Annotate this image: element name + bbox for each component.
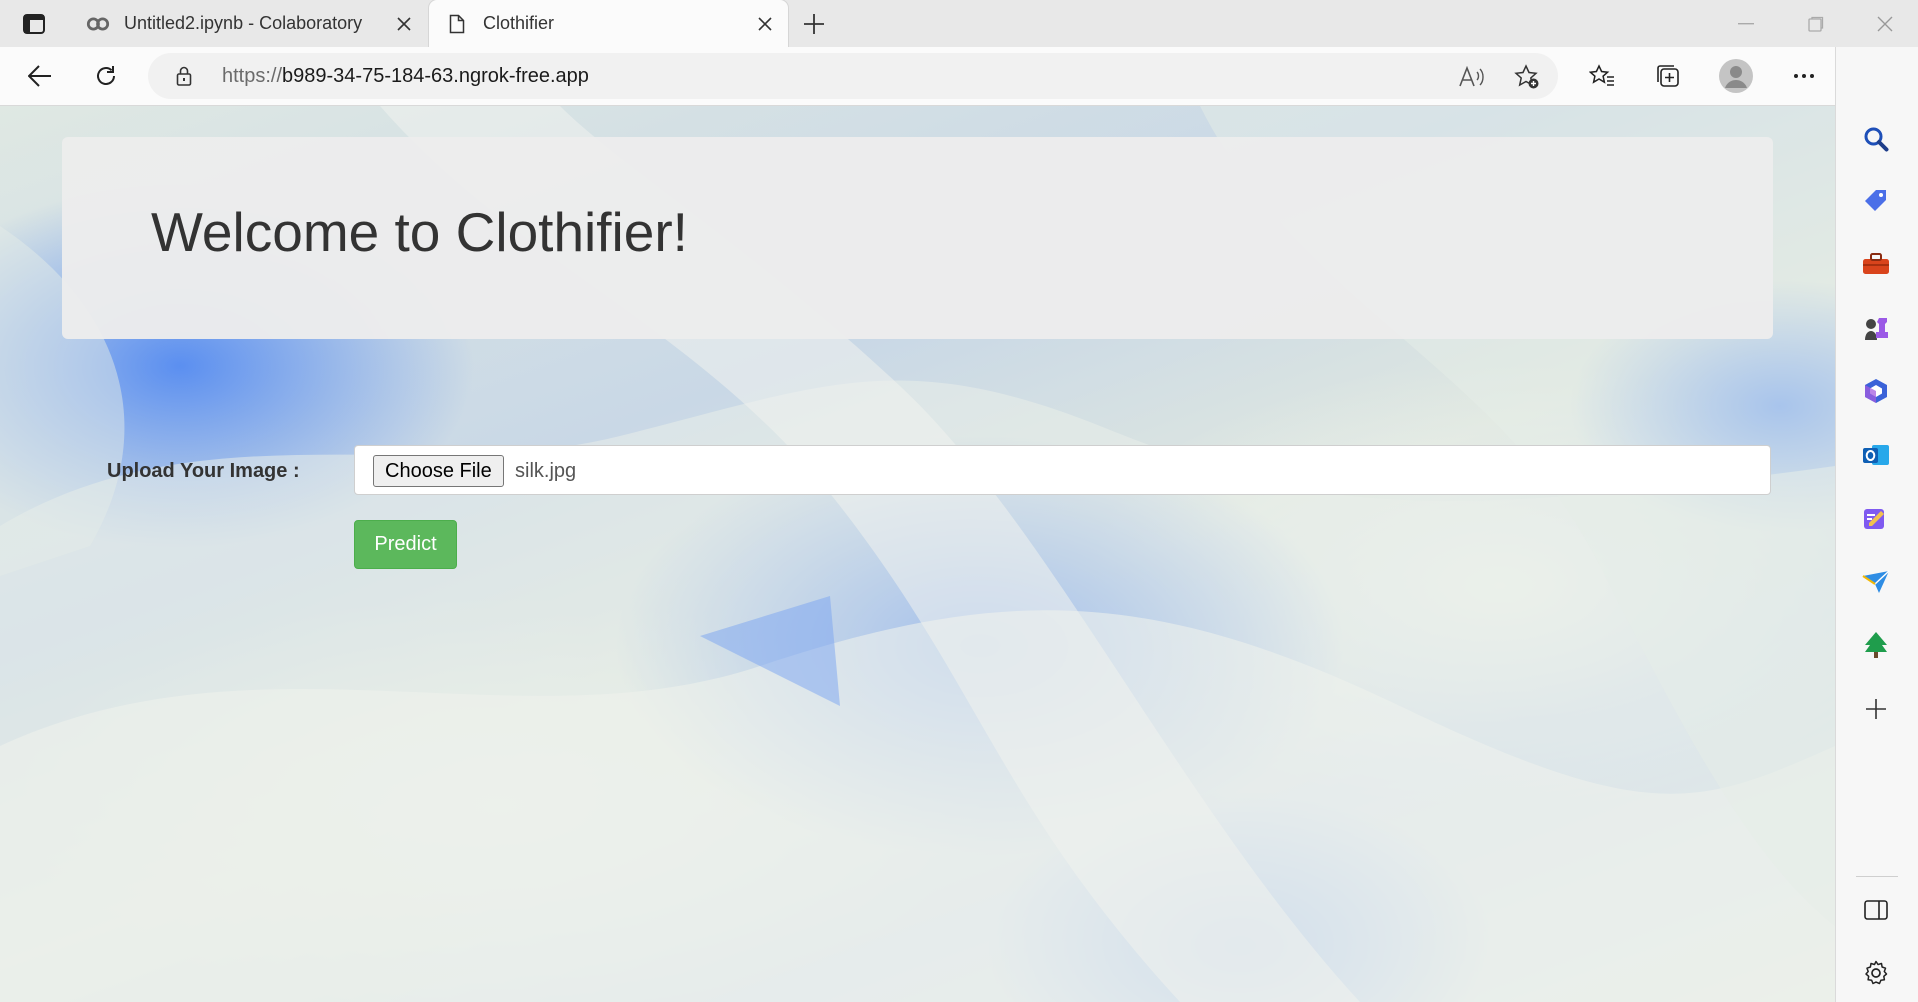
search-icon[interactable] [1856,119,1896,159]
predict-button[interactable]: Predict [354,520,457,569]
url-host: b989-34-75-184-63.ngrok-free.app [282,65,589,87]
close-window-icon[interactable] [1863,6,1907,42]
designer-icon[interactable] [1856,499,1896,539]
lock-icon[interactable] [172,64,196,88]
choose-file-button[interactable]: Choose File [373,455,504,487]
avatar[interactable] [1716,56,1756,96]
sidebar-divider [1856,876,1898,877]
refresh-icon[interactable] [86,56,126,96]
url-scheme: https:// [222,65,283,87]
games-icon[interactable] [1856,308,1896,348]
upload-label: Upload Your Image : [107,460,300,482]
address-bar[interactable]: https://b989-34-75-184-63.ngrok-free.app [148,53,1558,99]
colab-icon [86,12,110,36]
welcome-jumbotron: Welcome to Clothifier! [62,137,1773,339]
tab-colab[interactable]: Untitled2.ipynb - Colaboratory [72,0,427,47]
tab-clothifier[interactable]: Clothifier [429,0,788,47]
settings-icon[interactable] [1856,953,1896,993]
outlook-icon[interactable] [1856,435,1896,475]
close-icon[interactable] [389,9,419,39]
back-arrow-icon[interactable] [20,56,60,96]
page-viewport: Welcome to Clothifier! Upload Your Image… [0,106,1835,1002]
read-aloud-icon[interactable] [1454,60,1488,94]
tab-title: Clothifier [483,13,555,33]
collections-icon[interactable] [1648,56,1688,96]
edge-sidebar [1835,47,1918,1002]
tab-strip: Untitled2.ipynb - Colaboratory Clothifie… [0,0,1918,47]
tab-actions-icon[interactable] [18,9,50,39]
drop-send-icon[interactable] [1856,562,1896,602]
page-icon [445,12,469,36]
split-screen-icon[interactable] [1856,890,1896,930]
tab-title: Untitled2.ipynb - Colaboratory [124,13,363,33]
page-title: Welcome to Clothifier! [151,201,688,263]
new-tab-icon[interactable] [797,9,831,39]
add-icon[interactable] [1856,689,1896,729]
file-upload-input[interactable]: Choose File silk.jpg [354,445,1771,495]
tools-icon[interactable] [1856,244,1896,284]
tree-icon[interactable] [1856,625,1896,665]
add-favorite-icon[interactable] [1510,60,1544,94]
selected-file-name: silk.jpg [515,460,577,482]
microsoft365-icon[interactable] [1856,371,1896,411]
favorites-icon[interactable] [1582,56,1622,96]
restore-icon[interactable] [1794,6,1838,42]
shopping-tag-icon[interactable] [1856,181,1896,221]
close-icon[interactable] [750,9,780,39]
more-options-icon[interactable] [1784,56,1824,96]
minimize-icon[interactable] [1724,6,1768,42]
browser-toolbar: https://b989-34-75-184-63.ngrok-free.app [0,47,1918,106]
url-text[interactable]: https://b989-34-75-184-63.ngrok-free.app [222,53,589,99]
